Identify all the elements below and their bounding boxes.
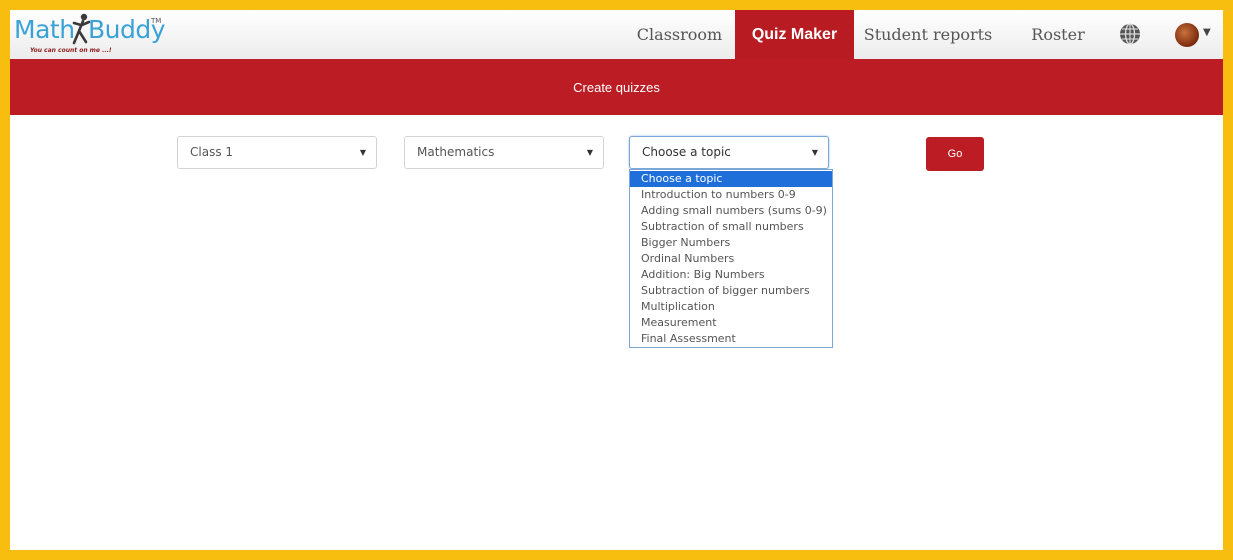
topic-option[interactable]: Adding small numbers (sums 0-9) <box>630 203 832 219</box>
topic-option[interactable]: Subtraction of small numbers <box>630 219 832 235</box>
globe-icon[interactable] <box>1118 22 1142 46</box>
topic-option[interactable]: Addition: Big Numbers <box>630 267 832 283</box>
topic-option[interactable]: Choose a topic <box>630 171 832 187</box>
topic-select-value: Choose a topic <box>642 145 731 159</box>
user-avatar[interactable] <box>1175 23 1199 47</box>
page-banner: Create quizzes <box>10 59 1223 115</box>
topic-option[interactable]: Ordinal Numbers <box>630 251 832 267</box>
top-navbar: Math Buddy TM You can count on me ...! C… <box>10 10 1223 59</box>
subject-select[interactable]: Mathematics ▼ <box>404 136 604 169</box>
topic-option[interactable]: Introduction to numbers 0-9 <box>630 187 832 203</box>
go-button[interactable]: Go <box>926 137 984 171</box>
nav-roster[interactable]: Roster <box>1020 10 1096 59</box>
subject-select-value: Mathematics <box>417 145 495 159</box>
class-select[interactable]: Class 1 ▼ <box>177 136 377 169</box>
nav-quiz-maker[interactable]: Quiz Maker <box>735 10 854 59</box>
trademark-mark: TM <box>151 17 162 25</box>
nav-student-reports[interactable]: Student reports <box>858 10 998 59</box>
topic-option[interactable]: Measurement <box>630 315 832 331</box>
topic-option[interactable]: Subtraction of bigger numbers <box>630 283 832 299</box>
topic-option[interactable]: Bigger Numbers <box>630 235 832 251</box>
chevron-down-icon: ▼ <box>586 148 593 157</box>
page-title: Create quizzes <box>573 80 660 95</box>
class-select-value: Class 1 <box>190 145 234 159</box>
topic-select[interactable]: Choose a topic ▼ <box>629 136 829 169</box>
logo-tagline: You can count on me ...! <box>30 47 112 54</box>
chevron-down-icon: ▼ <box>811 148 818 157</box>
logo-word-math: Math <box>14 15 75 44</box>
nav-classroom[interactable]: Classroom <box>626 10 733 59</box>
chevron-down-icon: ▼ <box>359 148 366 157</box>
mathbuddy-logo[interactable]: Math Buddy TM You can count on me ...! <box>14 13 166 57</box>
topic-dropdown-list: Choose a topic Introduction to numbers 0… <box>629 169 833 348</box>
caret-down-icon[interactable]: ▼ <box>1203 27 1211 38</box>
topic-option[interactable]: Multiplication <box>630 299 832 315</box>
topic-option[interactable]: Final Assessment <box>630 331 832 347</box>
